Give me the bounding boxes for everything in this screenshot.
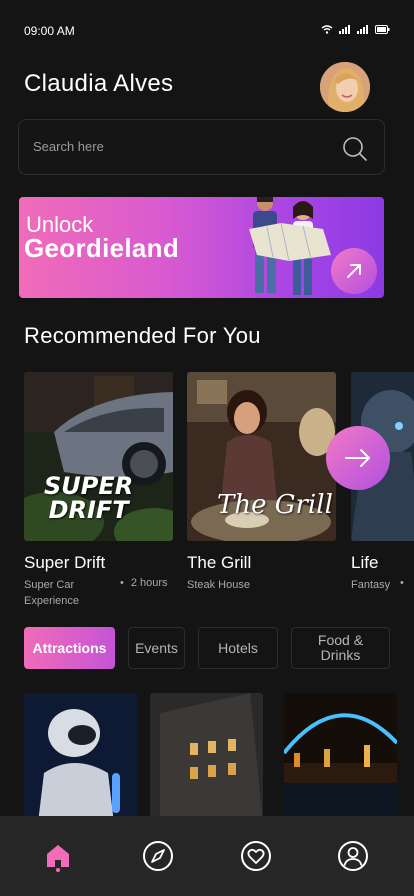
compass-icon xyxy=(143,841,173,871)
banner-line2: Geordieland xyxy=(24,233,179,263)
bottom-nav xyxy=(0,816,414,896)
card-super-drift[interactable]: SUPER DRIFT Super Drift Super Car Experie… xyxy=(24,372,174,607)
avatar[interactable] xyxy=(320,62,370,112)
status-bar: 09:00 AM xyxy=(0,0,414,60)
card-subtitle: Steak House xyxy=(187,579,250,591)
avatar-image xyxy=(320,62,370,112)
carousel-next-button[interactable] xyxy=(326,426,390,490)
cellular-signal-icon xyxy=(339,25,350,34)
nav-explore[interactable] xyxy=(140,838,176,874)
arrow-up-right-icon xyxy=(347,264,361,278)
card-image-text: SUPER DRIFT xyxy=(44,472,134,524)
card-the-grill[interactable]: The Grill The Grill Steak House xyxy=(187,372,337,591)
status-time: 09:00 AM xyxy=(24,24,75,38)
card-title: Life xyxy=(351,553,379,572)
search-icon[interactable] xyxy=(342,136,368,162)
attraction-photo xyxy=(150,693,263,816)
promo-banner[interactable]: Unlock Geordieland xyxy=(19,197,384,298)
attraction-thumb[interactable] xyxy=(284,693,397,816)
card-image: SUPER DRIFT xyxy=(24,372,173,541)
card-subtitle: Super Car Experience xyxy=(24,579,80,607)
tab-events[interactable]: Events xyxy=(128,627,185,669)
recommended-carousel[interactable]: SUPER DRIFT Super Drift Super Car Experie… xyxy=(0,372,414,612)
card-title: Super Drift xyxy=(24,553,106,572)
card-image: The Grill xyxy=(187,372,336,541)
battery-icon xyxy=(375,25,390,34)
nav-active-indicator xyxy=(56,868,60,872)
user-name: Claudia Alves xyxy=(24,70,174,97)
attraction-photo xyxy=(24,693,137,816)
section-title: Recommended For You xyxy=(24,323,261,348)
heart-icon xyxy=(241,841,271,871)
tab-food-drinks[interactable]: Food & Drinks xyxy=(291,627,390,669)
home-icon xyxy=(47,845,69,867)
card-duration-dot xyxy=(400,577,411,589)
card-duration: 2 hours xyxy=(120,577,168,589)
cellular-signal-icon-2 xyxy=(357,25,368,34)
tab-hotels[interactable]: Hotels xyxy=(198,627,278,669)
attraction-photo xyxy=(284,693,397,816)
card-image-text: The Grill xyxy=(217,490,333,520)
search-bar[interactable]: Search here xyxy=(18,119,385,175)
profile-icon xyxy=(338,841,368,871)
search-input[interactable]: Search here xyxy=(33,139,104,154)
banner-arrow-button[interactable] xyxy=(331,248,377,294)
wifi-icon xyxy=(321,25,333,34)
nav-favorites[interactable] xyxy=(238,838,274,874)
nav-profile[interactable] xyxy=(335,838,371,874)
attraction-thumb[interactable] xyxy=(150,693,263,816)
attractions-list[interactable] xyxy=(0,693,414,816)
card-title: The Grill xyxy=(187,553,252,572)
arrow-right-icon xyxy=(345,449,370,467)
tab-attractions[interactable]: Attractions xyxy=(24,627,115,669)
header: Claudia Alves xyxy=(24,62,370,112)
tourists-illustration xyxy=(249,197,331,295)
category-tabs: Attractions Events Hotels Food & Drinks xyxy=(24,627,414,669)
status-icons xyxy=(321,25,390,34)
attraction-thumb[interactable] xyxy=(24,693,137,816)
